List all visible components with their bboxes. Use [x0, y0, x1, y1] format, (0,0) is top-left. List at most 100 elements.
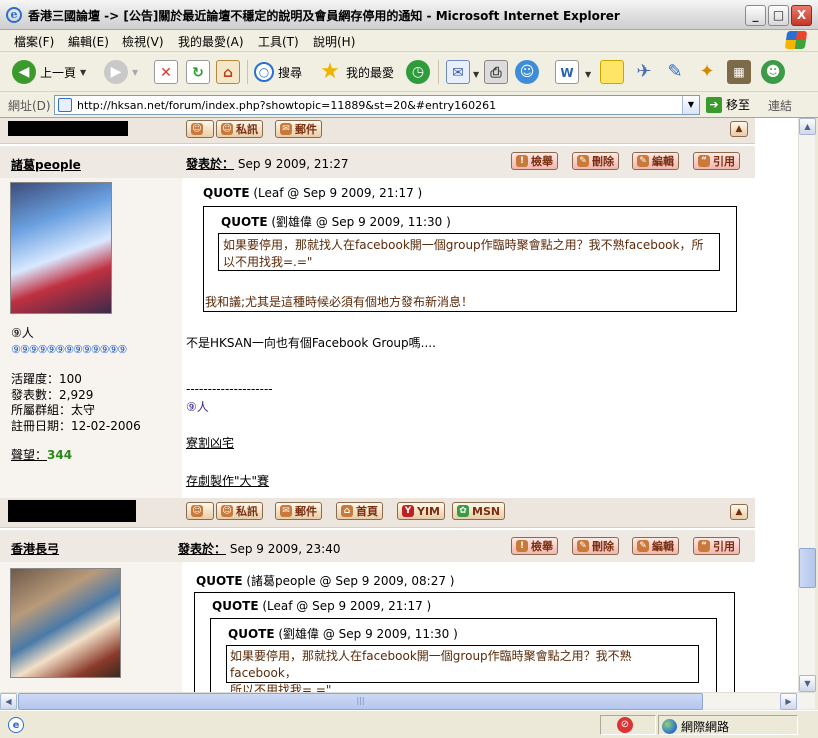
messenger-icon[interactable]: ☺	[515, 60, 539, 84]
word-icon[interactable]: W	[555, 60, 579, 84]
pen-icon[interactable]: ✎	[663, 60, 687, 84]
toolbox-icon[interactable]: ▦	[727, 60, 751, 84]
edit-button[interactable]: ✎ 編輯	[632, 152, 679, 170]
pm-button[interactable]: ☺ 私訊	[216, 120, 263, 138]
quote-tag: QUOTE	[196, 574, 243, 588]
scrollbar-thumb[interactable]: |||	[18, 693, 703, 710]
pencil-icon: ✎	[577, 155, 589, 167]
scroll-right-icon[interactable]: ▶	[780, 693, 797, 710]
scroll-left-icon[interactable]: ◀	[0, 693, 17, 710]
menu-file[interactable]: 檔案(F)	[14, 33, 54, 50]
redacted-block	[8, 500, 136, 522]
pm-button[interactable]: ☺ 私訊	[216, 502, 263, 520]
refresh-icon[interactable]: ↻	[186, 60, 210, 84]
quote-source: (Leaf @ Sep 9 2009, 21:17 )	[262, 599, 432, 613]
home-icon[interactable]: ⌂	[216, 60, 240, 84]
menu-help[interactable]: 說明(H)	[313, 33, 355, 50]
homepage-button[interactable]: ⌂ 首頁	[336, 502, 383, 520]
favorites-button[interactable]: ★ 我的最愛	[318, 58, 394, 86]
user-info-panel	[0, 562, 182, 692]
print-icon[interactable]: ⎙	[484, 60, 508, 84]
quote-button[interactable]: “引用	[693, 537, 740, 555]
scroll-top-button[interactable]: ▲	[730, 504, 748, 520]
mail-icon[interactable]: ✉	[446, 60, 470, 84]
note-icon[interactable]	[600, 60, 624, 84]
chevron-down-icon[interactable]: ▼	[132, 68, 138, 77]
delete-button[interactable]: ✎ 刪除	[572, 152, 619, 170]
email-button[interactable]: ✉ 郵件	[275, 502, 322, 520]
msn-icon: ✿	[457, 505, 469, 517]
address-label: 網址(D)	[8, 99, 51, 113]
quote-header: QUOTE (劉雄偉 @ Sep 9 2009, 11:30 )	[228, 625, 458, 642]
signature-divider: --------------------	[186, 382, 273, 396]
address-bar: 網址(D) http://hksan.net/forum/index.php?s…	[0, 92, 818, 118]
home-icon: ⌂	[341, 505, 353, 517]
blocked-icon[interactable]: ⊘	[617, 717, 633, 733]
quote-block: QUOTE (劉雄偉 @ Sep 9 2009, 11:30 ) 如果要停用，那…	[210, 618, 717, 692]
back-label: 上一頁	[40, 65, 77, 80]
page-icon	[58, 98, 72, 112]
profile-button[interactable]: ☺	[186, 120, 214, 138]
people-icon[interactable]: ☻	[761, 60, 785, 84]
menu-tools[interactable]: 工具(T)	[258, 33, 299, 50]
address-input[interactable]: http://hksan.net/forum/index.php?showtop…	[54, 95, 700, 115]
quote-tag: QUOTE	[212, 599, 259, 613]
user-info-panel: ⑨人 ⑨⑨⑨⑨⑨⑨⑨⑨⑨⑨⑨⑨⑨ 活躍度：100 發表數：2,929 所屬群組：…	[0, 178, 182, 498]
exclamation-icon: !	[516, 155, 528, 167]
sparkle-icon[interactable]: ✦	[695, 60, 719, 84]
menu-view[interactable]: 檢視(V)	[122, 33, 164, 50]
menu-favorites[interactable]: 我的最愛(A)	[178, 33, 244, 50]
quote-header: QUOTE (Leaf @ Sep 9 2009, 21:17 )	[212, 599, 431, 613]
go-button[interactable]: ➔ 移至	[706, 96, 750, 113]
signature-link[interactable]: 寮割凶宅	[186, 434, 234, 451]
report-button[interactable]: ! 檢舉	[511, 537, 558, 555]
chevron-down-icon[interactable]: ▼	[80, 68, 86, 77]
vertical-scrollbar[interactable]: ▲ ▼	[798, 118, 816, 692]
chevron-down-icon[interactable]: ▼	[585, 70, 591, 79]
post-username[interactable]: 香港長弓	[11, 540, 59, 557]
signature-link[interactable]: 存劇製作"大"賽	[186, 472, 269, 489]
title-bar[interactable]: e 香港三國論壇 -> [公告]關於最近論壇不穩定的說明及會員網存停用的通知 -…	[0, 0, 818, 30]
stop-icon[interactable]: ✕	[154, 60, 178, 84]
forward-button[interactable]: ▶ ▼	[104, 58, 138, 86]
email-label: 郵件	[295, 123, 317, 136]
horizontal-scrollbar[interactable]: ◀ ||| ▶	[0, 692, 815, 710]
avatar	[10, 182, 112, 314]
scroll-down-icon[interactable]: ▼	[799, 675, 816, 692]
go-label: 移至	[726, 98, 751, 112]
close-button[interactable]: X	[791, 5, 812, 26]
chevron-down-icon[interactable]: ▼	[682, 96, 699, 114]
favorites-label: 我的最愛	[346, 65, 395, 80]
post-username[interactable]: 諸葛people	[11, 156, 81, 173]
bird-icon[interactable]: ✈	[632, 60, 656, 84]
quote-block: QUOTE (劉雄偉 @ Sep 9 2009, 11:30 ) 如果要停用，那…	[203, 206, 737, 312]
post-body: QUOTE (Leaf @ Sep 9 2009, 21:17 ) QUOTE …	[182, 178, 755, 498]
redacted-block	[8, 121, 128, 136]
edit-label: 編輯	[652, 155, 674, 168]
profile-button[interactable]: ☺	[186, 502, 214, 520]
posted-label: 發表於：	[178, 542, 227, 556]
links-button[interactable]: 連結	[768, 97, 792, 114]
rep-value: 344	[47, 448, 73, 462]
menu-edit[interactable]: 編輯(E)	[68, 33, 109, 50]
address-url[interactable]: http://hksan.net/forum/index.php?showtop…	[77, 99, 496, 112]
pencil-icon: ✎	[577, 540, 589, 552]
report-button[interactable]: ! 檢舉	[511, 152, 558, 170]
quote-button[interactable]: “引用	[693, 152, 740, 170]
rep-label[interactable]: 聲望：	[11, 448, 47, 462]
edit-button[interactable]: ✎ 編輯	[632, 537, 679, 555]
chevron-down-icon[interactable]: ▼	[473, 70, 479, 79]
msn-button[interactable]: ✿ MSN	[452, 502, 506, 520]
history-icon[interactable]: ◷	[406, 60, 430, 84]
maximize-button[interactable]: □	[768, 5, 789, 26]
yim-button[interactable]: Y YIM	[397, 502, 446, 520]
scrollbar-thumb[interactable]	[799, 548, 816, 588]
minimize-button[interactable]: _	[745, 5, 766, 26]
delete-button[interactable]: ✎ 刪除	[572, 537, 619, 555]
scroll-top-button[interactable]: ▲	[730, 121, 748, 137]
scroll-up-icon[interactable]: ▲	[799, 118, 816, 135]
email-button[interactable]: ✉ 郵件	[275, 120, 322, 138]
back-button[interactable]: ◀ 上一頁 ▼	[12, 58, 86, 86]
search-button[interactable]: ○ 搜尋	[254, 58, 302, 86]
pm-icon: ☺	[221, 505, 233, 517]
